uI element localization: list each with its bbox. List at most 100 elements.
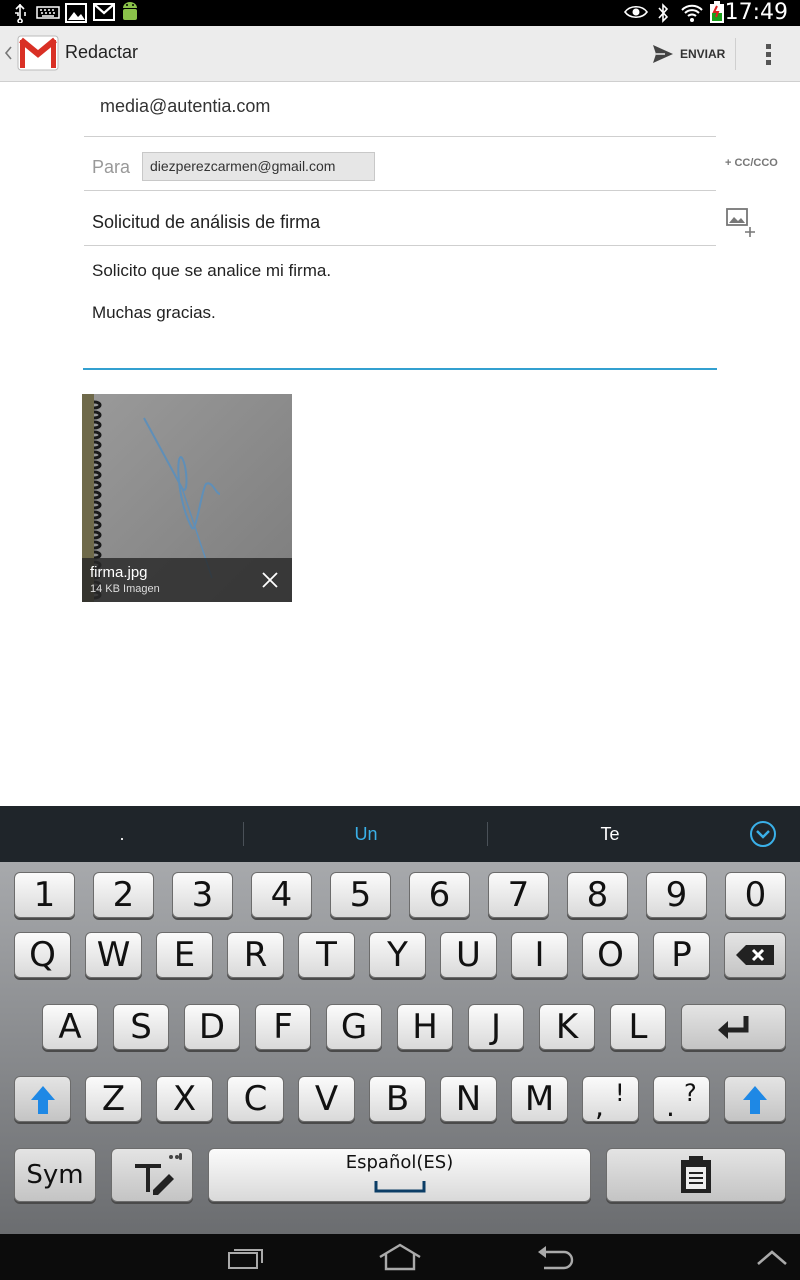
key-3[interactable]: 3 (172, 872, 233, 918)
gmail-notification-icon (93, 3, 115, 21)
key-x[interactable]: X (156, 1076, 213, 1122)
image-notification-icon (65, 3, 87, 23)
key-b[interactable]: B (369, 1076, 426, 1122)
shift-key-right[interactable] (724, 1076, 786, 1122)
handwriting-pen-icon (135, 1153, 182, 1195)
key-q[interactable]: Q (14, 932, 71, 978)
key-4[interactable]: 4 (251, 872, 312, 918)
key-t[interactable]: T (298, 932, 355, 978)
suggestion-3[interactable]: Te (560, 824, 660, 845)
subject-divider (84, 245, 716, 246)
clipboard-key[interactable] (606, 1148, 786, 1202)
suggestion-divider (487, 822, 488, 846)
key-u[interactable]: U (440, 932, 497, 978)
key-o[interactable]: O (582, 932, 639, 978)
key-d[interactable]: D (184, 1004, 240, 1050)
from-divider (84, 136, 716, 137)
wifi-icon (681, 4, 703, 22)
key-s[interactable]: S (113, 1004, 169, 1050)
key-9[interactable]: 9 (646, 872, 707, 918)
attachment-caption: firma.jpg 14 KB Imagen (82, 558, 292, 602)
up-chevron-icon[interactable] (4, 46, 12, 60)
overflow-menu-icon[interactable] (760, 40, 776, 68)
sym-key[interactable]: Sym (14, 1148, 96, 1202)
key-z[interactable]: Z (85, 1076, 142, 1122)
handwriting-key[interactable] (111, 1148, 193, 1202)
clipboard-icon (681, 1156, 711, 1193)
send-icon (653, 45, 673, 63)
attachment-thumbnail[interactable]: firma.jpg 14 KB Imagen (82, 394, 292, 602)
subject-field[interactable]: Solicitud de análisis de firma (92, 212, 320, 233)
clock: 17:49 (724, 0, 788, 25)
home-icon[interactable] (378, 1242, 422, 1272)
status-bar: 17:49 (0, 0, 800, 26)
suggestion-2[interactable]: Un (316, 824, 416, 845)
body-line-1[interactable]: Solicito que se analice mi firma. (92, 261, 331, 281)
space-bar-icon (374, 1181, 426, 1193)
backspace-icon (736, 945, 774, 965)
key-i[interactable]: I (511, 932, 568, 978)
action-divider (735, 38, 736, 70)
key-7[interactable]: 7 (488, 872, 549, 918)
key-f[interactable]: F (255, 1004, 311, 1050)
shift-key-left[interactable] (14, 1076, 71, 1122)
key-r[interactable]: R (227, 932, 284, 978)
key-n[interactable]: N (440, 1076, 497, 1122)
navigation-bar (0, 1234, 800, 1280)
key-g[interactable]: G (326, 1004, 382, 1050)
key-period-question[interactable]: ? . (653, 1076, 710, 1122)
space-key[interactable]: Español(ES) (208, 1148, 591, 1202)
usb-icon (15, 3, 26, 23)
suggestion-1[interactable]: . (72, 824, 172, 845)
key-v[interactable]: V (298, 1076, 355, 1122)
shift-icon (30, 1086, 55, 1114)
key-question-label: ? (684, 1079, 697, 1107)
key-a[interactable]: A (42, 1004, 98, 1050)
from-account[interactable]: media@autentia.com (100, 96, 270, 117)
recipient-chip[interactable]: diezperezcarmen@gmail.com (142, 152, 375, 181)
key-p[interactable]: P (653, 932, 710, 978)
gmail-logo-icon[interactable] (16, 32, 60, 76)
eye-icon (624, 5, 648, 19)
attachment-filename: firma.jpg (90, 564, 148, 581)
key-e[interactable]: E (156, 932, 213, 978)
page-title: Redactar (65, 42, 139, 62)
remove-attachment-icon[interactable] (260, 570, 280, 590)
body-line-2[interactable]: Muchas gracias. (92, 303, 216, 323)
key-j[interactable]: J (468, 1004, 524, 1050)
enter-icon (717, 1016, 748, 1039)
key-1[interactable]: 1 (14, 872, 75, 918)
backspace-key[interactable] (724, 932, 786, 978)
key-y[interactable]: Y (369, 932, 426, 978)
key-0[interactable]: 0 (725, 872, 786, 918)
enter-key[interactable] (681, 1004, 786, 1050)
key-5[interactable]: 5 (330, 872, 391, 918)
android-icon (123, 2, 137, 20)
body-focus-underline (83, 368, 717, 370)
key-m[interactable]: M (511, 1076, 568, 1122)
suggestion-bar: . Un Te (0, 806, 800, 862)
recent-apps-icon[interactable] (226, 1244, 266, 1270)
key-comma-exclamation[interactable]: ! , (582, 1076, 639, 1122)
key-period-label: . (666, 1090, 675, 1123)
send-button[interactable]: ENVIAR (652, 40, 725, 68)
to-label: Para (92, 157, 131, 177)
attachment-meta: 14 KB Imagen (90, 583, 160, 595)
attach-image-icon[interactable] (726, 206, 758, 238)
key-k[interactable]: K (539, 1004, 595, 1050)
hide-keyboard-icon[interactable] (756, 1248, 788, 1266)
key-w[interactable]: W (85, 932, 142, 978)
key-8[interactable]: 8 (567, 872, 628, 918)
suggestion-divider (243, 822, 244, 846)
key-c[interactable]: C (227, 1076, 284, 1122)
action-bar: Redactar ENVIAR (0, 26, 800, 82)
collapse-suggestions-icon[interactable] (749, 820, 777, 848)
keyboard-icon (36, 6, 60, 19)
back-icon[interactable] (536, 1244, 576, 1270)
key-6[interactable]: 6 (409, 872, 470, 918)
to-divider (84, 190, 716, 191)
key-2[interactable]: 2 (93, 872, 154, 918)
key-h[interactable]: H (397, 1004, 453, 1050)
cc-bcc-button[interactable]: + CC/CCO (725, 157, 778, 169)
key-l[interactable]: L (610, 1004, 666, 1050)
